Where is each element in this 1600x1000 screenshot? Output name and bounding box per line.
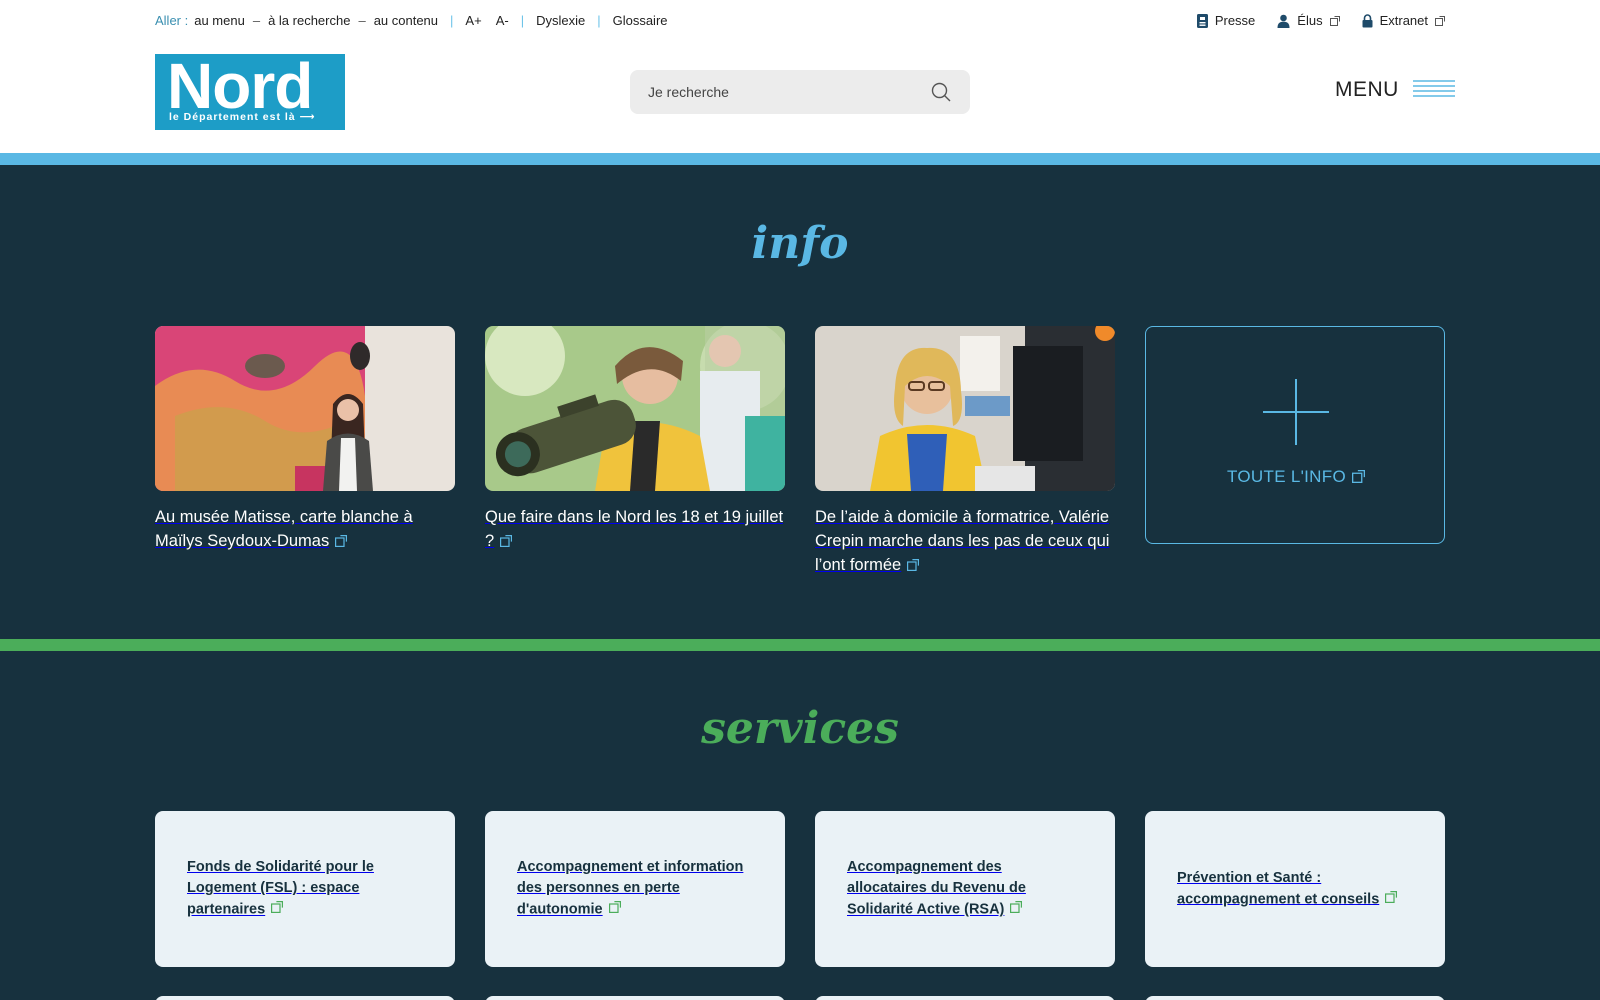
menu-label: MENU	[1335, 78, 1399, 101]
skip-to-search-link[interactable]: à la recherche	[268, 13, 350, 28]
extranet-link[interactable]: Extranet	[1362, 12, 1445, 28]
presse-label: Presse	[1214, 12, 1256, 28]
search-box	[630, 70, 970, 114]
hamburger-icon	[1412, 79, 1455, 102]
external-link-icon	[608, 899, 621, 920]
service-card-next-row[interactable]	[485, 996, 785, 1000]
extranet-label: Extranet	[1379, 12, 1428, 28]
elus-label: Élus	[1297, 12, 1323, 28]
info-card-title: Que faire dans le Nord les 18 et 19 juil…	[485, 508, 784, 550]
info-card-formatrice[interactable]: De l’aide à domicile à formatrice, Valér…	[815, 326, 1115, 578]
glossaire-link[interactable]: Glossaire	[613, 13, 668, 28]
info-section-top-band	[0, 153, 1600, 165]
info-card-title: De l’aide à domicile à formatrice, Valér…	[815, 508, 1110, 574]
external-link-icon	[500, 530, 513, 554]
accessibility-bar: Aller : au menu – à la recherche – au co…	[155, 10, 1445, 30]
utility-links: Presse Élus Extranet	[1196, 12, 1445, 28]
font-decrease-button[interactable]: A-	[496, 13, 509, 28]
dash-separator: –	[358, 12, 366, 28]
external-link-icon	[1385, 889, 1398, 910]
toute-info-label-row: TOUTE L'INFO	[1146, 467, 1446, 488]
service-card-autonomie[interactable]: Accompagnement et information des person…	[485, 811, 785, 967]
skip-links: Aller : au menu – à la recherche – au co…	[155, 13, 668, 28]
service-card-next-row[interactable]	[1145, 996, 1445, 1000]
external-link-icon	[1010, 899, 1023, 920]
info-section-title: info	[751, 218, 849, 269]
skip-to-menu-link[interactable]: au menu	[194, 13, 245, 28]
dyslexie-toggle[interactable]: Dyslexie	[536, 13, 585, 28]
external-link-icon	[907, 554, 920, 578]
services-section-top-band	[0, 639, 1600, 651]
external-link-icon	[1435, 13, 1445, 28]
info-card-image-weekend	[485, 326, 785, 491]
presse-link[interactable]: Presse	[1196, 12, 1256, 28]
service-card-text: Accompagnement des allocataires du Reven…	[847, 859, 1026, 918]
search-button[interactable]	[930, 80, 952, 104]
info-card-image-matisse	[155, 326, 455, 491]
service-card-next-row[interactable]	[815, 996, 1115, 1000]
toute-info-button[interactable]: TOUTE L'INFO	[1145, 326, 1445, 544]
external-link-icon	[1351, 468, 1365, 488]
elus-link[interactable]: Élus	[1277, 12, 1340, 28]
service-card-label: Prévention et Santé : accompagnement et …	[1177, 868, 1413, 910]
info-card-caption: De l’aide à domicile à formatrice, Valér…	[815, 505, 1115, 578]
info-card-caption: Que faire dans le Nord les 18 et 19 juil…	[485, 505, 785, 554]
service-card-label: Accompagnement et information des person…	[517, 857, 753, 920]
skip-to-content-link[interactable]: au contenu	[374, 13, 438, 28]
service-card-rsa[interactable]: Accompagnement des allocataires du Reven…	[815, 811, 1115, 967]
skip-links-label: Aller :	[155, 12, 189, 28]
service-card-prevention-sante[interactable]: Prévention et Santé : accompagnement et …	[1145, 811, 1445, 967]
external-link-icon	[1329, 13, 1340, 28]
service-card-text: Prévention et Santé : accompagnement et …	[1177, 869, 1380, 908]
info-card-matisse[interactable]: Au musée Matisse, carte blanche à Maïlys…	[155, 326, 455, 554]
info-card-title: Au musée Matisse, carte blanche à Maïlys…	[155, 508, 413, 550]
info-card-image-formatrice	[815, 326, 1115, 491]
search-icon	[931, 82, 951, 102]
divider: |	[450, 12, 454, 28]
external-link-icon	[271, 899, 284, 920]
service-card-text: Accompagnement et information des person…	[517, 859, 744, 918]
service-card-fsl[interactable]: Fonds de Solidarité pour le Logement (FS…	[155, 811, 455, 967]
info-card-weekend[interactable]: Que faire dans le Nord les 18 et 19 juil…	[485, 326, 785, 554]
menu-button[interactable]: MENU	[1335, 78, 1455, 102]
logo-tagline: le Département est là ⟶	[169, 111, 316, 123]
dash-separator: –	[252, 12, 261, 28]
toute-info-label: TOUTE L'INFO	[1227, 467, 1346, 486]
user-icon	[1277, 12, 1290, 28]
services-section-title: services	[701, 703, 899, 754]
divider: |	[597, 12, 601, 28]
external-link-icon	[335, 530, 348, 554]
divider: |	[520, 12, 525, 28]
lock-icon	[1362, 12, 1373, 28]
service-card-next-row[interactable]	[155, 996, 455, 1000]
nord-logo[interactable]: Nord le Département est là ⟶	[155, 50, 345, 130]
service-card-label: Accompagnement des allocataires du Reven…	[847, 857, 1083, 920]
press-badge-icon	[1196, 12, 1208, 28]
search-input[interactable]	[648, 84, 930, 100]
plus-icon	[1263, 379, 1329, 445]
info-card-caption: Au musée Matisse, carte blanche à Maïlys…	[155, 505, 455, 554]
font-increase-button[interactable]: A+	[465, 13, 481, 28]
service-card-label: Fonds de Solidarité pour le Logement (FS…	[187, 857, 423, 920]
